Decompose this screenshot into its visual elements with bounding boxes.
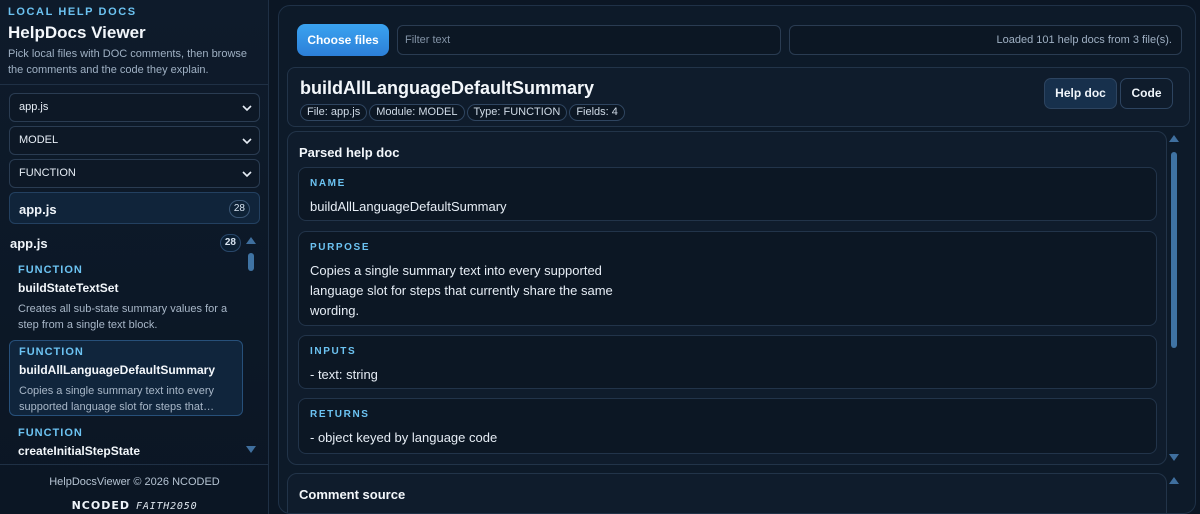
item-description: Copies a single summary text into every … (19, 385, 215, 413)
chip-file: File: app.js (300, 104, 368, 121)
chip-module: Module: MODEL (369, 104, 465, 121)
app-description: Pick local files with DOC comments, then… (8, 48, 248, 76)
field-value: - object keyed by language code (310, 430, 498, 445)
sidebar-scrollbar[interactable] (245, 236, 257, 454)
field-name: NAME buildAllLanguageDefaultSummary (298, 167, 1157, 221)
item-description: Creates all sub-state summary values for… (18, 303, 228, 331)
list-item[interactable]: FUNCTION createInitialStepState (9, 427, 243, 458)
chip-fields: Fields: 4 (569, 104, 625, 121)
brand: LOCAL HELP DOCS HelpDocs Viewer Pick loc… (8, 6, 263, 78)
field-value: Copies a single summary text into every … (310, 263, 613, 318)
faith2050-logo: FAITH2050 (136, 501, 198, 512)
panel-title: Parsed help doc (299, 145, 400, 160)
item-kind: FUNCTION (19, 346, 84, 358)
item-kind: FUNCTION (18, 427, 83, 439)
group-header-app-js[interactable]: app.js 28 (9, 234, 241, 252)
filter-input[interactable] (397, 25, 781, 55)
type-select-value: FUNCTION (19, 167, 76, 179)
group-label: app.js (10, 236, 48, 251)
toolbar: Choose files Loaded 101 help docs from 3… (279, 6, 1195, 64)
scroll-up-icon[interactable] (1169, 135, 1179, 142)
chevron-down-icon (242, 138, 252, 145)
chip-type: Type: FUNCTION (466, 104, 568, 121)
footer-copyright: HelpDocsViewer © 2026 NCODED (49, 476, 220, 488)
doc-header: buildAllLanguageDefaultSummary File: app… (287, 67, 1190, 127)
chevron-down-icon (242, 171, 252, 178)
scroll-up-icon[interactable] (1169, 477, 1179, 484)
module-select-value: MODEL (19, 134, 59, 146)
choose-files-button[interactable]: Choose files (297, 24, 389, 56)
sidebar: LOCAL HELP DOCS HelpDocs Viewer Pick loc… (0, 0, 269, 514)
field-label: INPUTS (310, 346, 357, 357)
field-label: NAME (310, 178, 346, 189)
file-select-value: app.js (19, 101, 49, 113)
field-label: RETURNS (310, 409, 370, 420)
scroll-down-icon[interactable] (246, 446, 256, 453)
panel-scrollbar[interactable] (1168, 134, 1180, 462)
file-card-label: app.js (19, 202, 57, 217)
item-kind: FUNCTION (18, 264, 83, 276)
parsed-help-doc-panel: Parsed help doc NAME buildAllLanguageDef… (287, 131, 1167, 465)
panel-title: Comment source (299, 487, 406, 502)
file-select[interactable]: app.js (9, 93, 260, 122)
field-label: PURPOSE (310, 242, 371, 253)
list-item-selected[interactable]: FUNCTION buildAllLanguageDefaultSummary … (9, 340, 243, 416)
module-select[interactable]: MODEL (9, 126, 260, 155)
item-name: buildStateTextSet (18, 281, 119, 295)
meta-chips: File: app.js Module: MODEL Type: FUNCTION F… (300, 102, 627, 121)
list-item[interactable]: FUNCTION buildStateTextSet Creates all s… (9, 264, 243, 333)
field-purpose: PURPOSE Copies a single summary text int… (298, 231, 1157, 326)
load-status: Loaded 101 help docs from 3 file(s). (789, 25, 1182, 55)
scroll-thumb[interactable] (1171, 152, 1177, 348)
item-name: createInitialStepState (18, 444, 141, 458)
item-name: buildAllLanguageDefaultSummary (19, 363, 216, 377)
field-value: buildAllLanguageDefaultSummary (310, 199, 507, 214)
tab-help-doc[interactable]: Help doc (1044, 78, 1117, 109)
source-scrollbar[interactable] (1168, 476, 1180, 513)
divider (0, 84, 269, 85)
field-value: - text: string (310, 367, 378, 382)
divider (0, 464, 269, 465)
ncoded-logo: NCODED (71, 499, 130, 512)
group-count-badge: 28 (219, 234, 241, 252)
field-returns: RETURNS - object keyed by language code (298, 398, 1157, 454)
footer-logos: NCODED FAITH2050 (0, 496, 269, 514)
brand-kicker: LOCAL HELP DOCS (8, 6, 137, 18)
file-card-app-js[interactable]: app.js 28 (9, 192, 260, 224)
field-inputs: INPUTS - text: string (298, 335, 1157, 389)
scroll-up-icon[interactable] (246, 237, 256, 244)
app-title: HelpDocs Viewer (8, 23, 146, 42)
doc-list: FUNCTION buildStateTextSet Creates all s… (9, 258, 243, 458)
type-select[interactable]: FUNCTION (9, 159, 260, 188)
chevron-down-icon (242, 105, 252, 112)
count-badge: 28 (228, 200, 250, 218)
comment-source-panel: Comment source (287, 473, 1167, 513)
scroll-thumb[interactable] (248, 253, 254, 271)
doc-title: buildAllLanguageDefaultSummary (300, 78, 595, 98)
scroll-down-icon[interactable] (1169, 454, 1179, 461)
tab-code[interactable]: Code (1120, 78, 1173, 109)
main-panel: Choose files Loaded 101 help docs from 3… (278, 5, 1196, 514)
